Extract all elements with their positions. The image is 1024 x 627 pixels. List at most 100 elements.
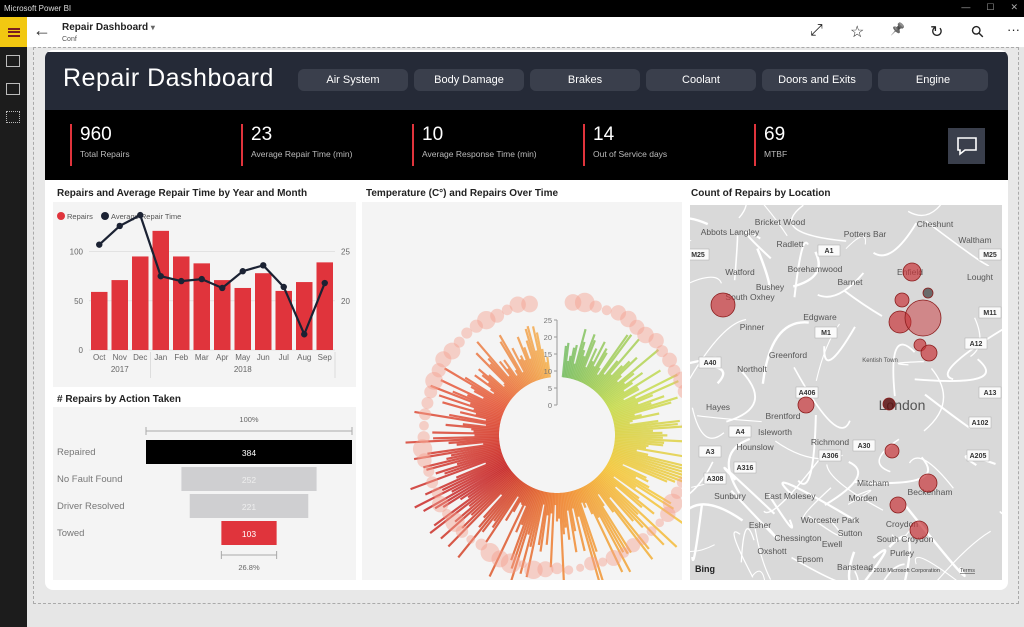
repairs-bubble xyxy=(466,535,476,544)
x-tick-label: Dec xyxy=(133,353,147,362)
road xyxy=(751,570,765,580)
repairs-bubble xyxy=(584,556,598,571)
place-label: Brentford xyxy=(766,411,801,421)
road xyxy=(907,205,942,217)
place-label: Greenford xyxy=(769,350,808,360)
table-icon[interactable] xyxy=(6,83,20,95)
repairs-bubble xyxy=(646,526,657,537)
road-label: A308 xyxy=(707,476,724,483)
favorite-button[interactable]: ☆ xyxy=(850,22,864,42)
back-button[interactable]: ← xyxy=(33,20,51,41)
line-point xyxy=(178,277,185,285)
reports-icon[interactable] xyxy=(6,55,20,67)
place-label: Watford xyxy=(725,267,755,277)
place-label: Abbots Langley xyxy=(701,227,760,237)
legend-label: Average Repair Time xyxy=(111,212,181,221)
funnel-category: Driver Resolved xyxy=(57,501,125,512)
more-button[interactable]: ··· xyxy=(1007,22,1020,37)
hamburger-menu-button[interactable] xyxy=(0,17,27,47)
nav-button[interactable]: Engine xyxy=(878,69,988,91)
funnel-value: 221 xyxy=(242,502,256,512)
kpi-value: 10 xyxy=(422,124,444,145)
place-label: Esher xyxy=(749,520,771,530)
repairs-bubble xyxy=(475,538,488,551)
repairs-bubble xyxy=(426,476,439,489)
place-label: Chessington xyxy=(774,533,822,543)
road-label: A12 xyxy=(970,341,983,348)
axis-tick-label: 0 xyxy=(548,401,552,410)
temperature-spike xyxy=(614,431,663,435)
place-label: Mitcham xyxy=(857,478,889,488)
hierarchy-icon[interactable] xyxy=(6,111,20,123)
location-bubble xyxy=(902,262,922,282)
repairs-bubble xyxy=(524,560,543,580)
report-page: Repair Dashboard Air System Body Damage Br… xyxy=(45,50,1008,590)
nav-button[interactable]: Air System xyxy=(298,69,408,91)
nav-button[interactable]: Coolant xyxy=(646,69,756,91)
visual-title: Repairs and Average Repair Time by Year … xyxy=(57,188,308,199)
temperature-radial-chart[interactable]: 0 5 10 15 20 25 xyxy=(362,202,706,590)
search-button[interactable]: ⚲ xyxy=(967,21,989,43)
report-title-dropdown[interactable]: Repair Dashboard ▾ xyxy=(62,22,155,33)
year-label: 2017 xyxy=(111,365,129,374)
workspace-name: Conf xyxy=(62,36,77,43)
speech-bubble-icon xyxy=(956,137,977,156)
line-point xyxy=(260,262,267,269)
location-bubble xyxy=(922,287,934,299)
window-controls[interactable]: — ☐ ✕ xyxy=(945,0,1018,15)
kpi-card: 69 MTBF xyxy=(754,124,787,166)
road xyxy=(892,343,916,397)
road-label: A306 xyxy=(822,453,839,460)
place-label: Ewell xyxy=(822,539,842,549)
location-bubble xyxy=(882,397,896,411)
y2-tick-label: 20 xyxy=(341,297,350,306)
repairs-bubble xyxy=(417,431,430,444)
road-label: A316 xyxy=(737,465,754,472)
place-label: Lought xyxy=(967,272,994,282)
repairs-map[interactable]: Bricket Wood Cheshunt Abbots Langley Potter… xyxy=(690,205,1002,580)
x-tick-label: Feb xyxy=(174,353,188,362)
road xyxy=(999,510,1002,515)
place-label: Bushey xyxy=(756,282,785,292)
place-label: Oxshott xyxy=(757,546,787,556)
nav-button[interactable]: Body Damage xyxy=(414,69,524,91)
location-bubble xyxy=(894,292,910,308)
kpi-row: 960 Total Repairs 23 Average Repair Time (m… xyxy=(45,110,1008,180)
location-bubble xyxy=(909,520,929,540)
road-label: A406 xyxy=(799,390,816,397)
nav-button[interactable]: Doors and Exits xyxy=(762,69,872,91)
nav-button[interactable]: Brakes xyxy=(530,69,640,91)
line-point xyxy=(219,284,226,292)
repairs-combo-chart[interactable]: Repairs Average Repair Time 0 50 100 20 25 Oct N… xyxy=(53,202,356,387)
location-bubble xyxy=(918,473,938,493)
place-label: East Molesey xyxy=(764,491,816,501)
kpi-label: Out of Service days xyxy=(593,149,668,159)
x-tick-label: Sep xyxy=(318,353,333,362)
bar xyxy=(91,291,108,350)
y-tick-label: 100 xyxy=(70,248,84,257)
x-tick-label: Oct xyxy=(93,353,106,362)
fullscreen-button[interactable]: ⤢ xyxy=(810,22,823,40)
place-label: Hounslow xyxy=(736,442,774,452)
action-funnel-chart[interactable]: 100% 384 Repaired 252 No Fault Found 221 Drive… xyxy=(53,407,356,580)
location-bubble xyxy=(884,443,900,459)
year-label: 2018 xyxy=(234,365,252,374)
road-label: A13 xyxy=(984,390,997,397)
refresh-button[interactable]: ↻ xyxy=(930,22,943,42)
kpi-value: 960 xyxy=(80,124,112,145)
place-label: Isleworth xyxy=(758,427,792,437)
terms-link[interactable]: Terms xyxy=(960,568,975,574)
y2-tick-label: 25 xyxy=(341,248,350,257)
place-label: Purley xyxy=(890,548,915,558)
comments-button[interactable] xyxy=(948,128,985,164)
road xyxy=(726,370,757,423)
visual-title: # Repairs by Action Taken xyxy=(57,394,181,405)
road-label: A4 xyxy=(736,429,745,436)
repairs-bubble xyxy=(598,557,608,567)
repairs-bubble xyxy=(655,518,665,528)
road-label: A30 xyxy=(858,443,871,450)
road xyxy=(738,205,747,219)
pin-button[interactable]: 📌 xyxy=(890,22,905,36)
repairs-bubble xyxy=(421,397,434,409)
bar xyxy=(316,262,333,350)
